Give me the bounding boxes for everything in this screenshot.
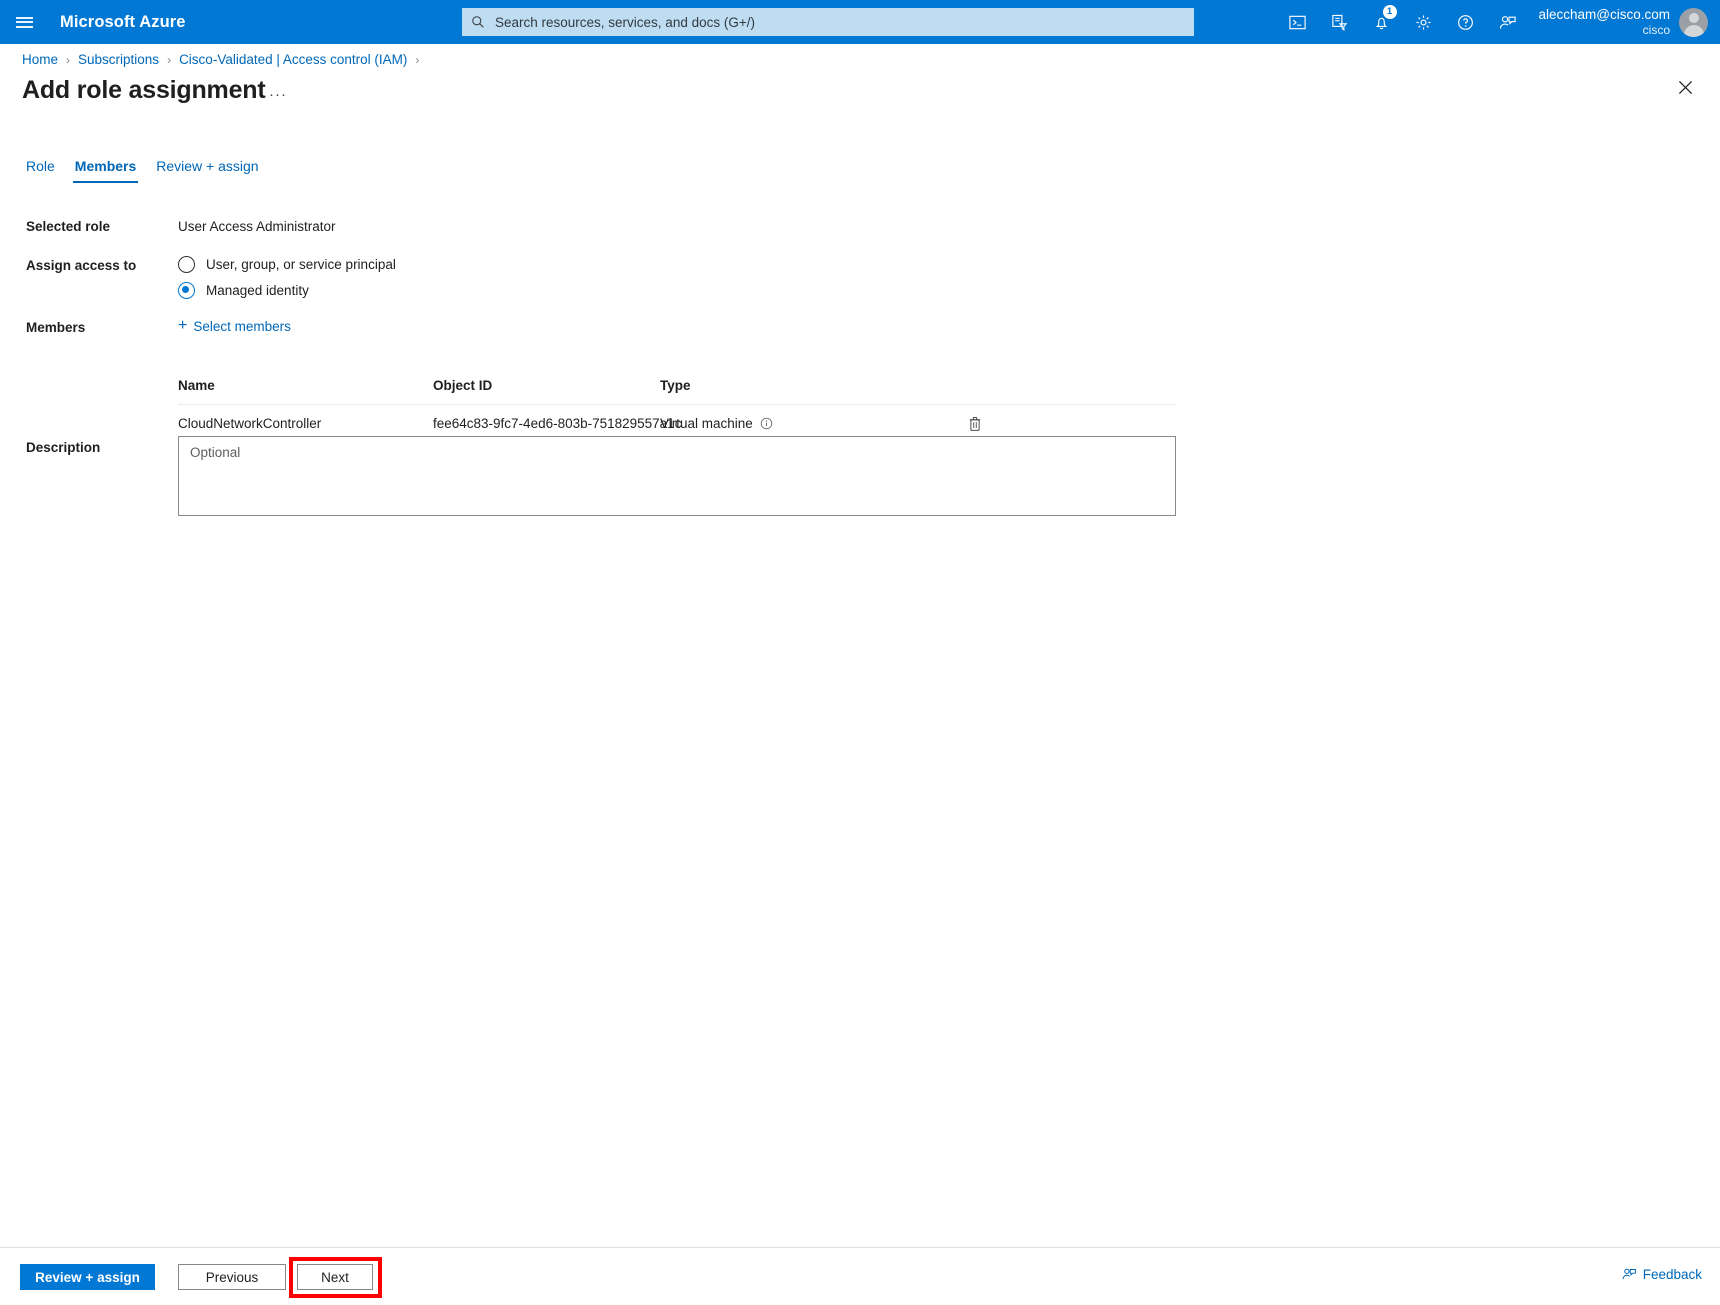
cell-member-object-id: fee64c83-9fc7-4ed6-803b-751829557a1c	[433, 415, 682, 431]
more-options-ellipsis[interactable]: ···	[269, 86, 287, 103]
radio-circle-icon	[178, 256, 195, 273]
column-header-name: Name	[178, 378, 215, 393]
next-button[interactable]: Next	[297, 1264, 373, 1290]
breadcrumb: Home › Subscriptions › Cisco-Validated |…	[22, 52, 427, 67]
breadcrumb-separator: ›	[66, 52, 71, 67]
radio-circle-selected-icon	[178, 282, 195, 299]
tab-members[interactable]: Members	[65, 158, 146, 183]
search-input[interactable]	[493, 13, 1185, 31]
previous-button[interactable]: Previous	[178, 1264, 286, 1290]
account-email: aleccham@cisco.com	[1538, 6, 1671, 22]
cloud-shell-icon[interactable]	[1277, 0, 1319, 44]
radio-label: Managed identity	[206, 283, 309, 298]
breadcrumb-item-subscriptions[interactable]: Subscriptions	[78, 52, 159, 67]
tab-role[interactable]: Role	[22, 158, 65, 183]
wizard-tabs: Role Members Review + assign	[22, 158, 269, 183]
notification-badge-count: 1	[1382, 5, 1397, 19]
tab-review-assign[interactable]: Review + assign	[146, 158, 268, 183]
directories-subscriptions-icon[interactable]	[1319, 0, 1361, 44]
radio-managed-identity[interactable]: Managed identity	[178, 282, 309, 299]
cell-member-name: CloudNetworkController	[178, 415, 322, 431]
table-header-row: Name Object ID Type	[178, 378, 1176, 405]
cell-actions	[910, 416, 1010, 431]
description-label: Description	[26, 440, 101, 455]
hamburger-bar	[15, 25, 33, 28]
breadcrumb-separator-trailing: ›	[415, 52, 420, 67]
column-header-actions	[910, 378, 1010, 393]
feedback-person-icon[interactable]	[1487, 0, 1529, 44]
breadcrumb-separator: ›	[167, 52, 172, 67]
search-icon	[471, 15, 485, 29]
hamburger-menu-icon[interactable]	[0, 0, 48, 44]
footer-bar: Review + assign Previous Next Feedback	[0, 1247, 1720, 1305]
description-textarea[interactable]	[178, 436, 1176, 516]
feedback-link[interactable]: Feedback	[1621, 1266, 1702, 1282]
select-members-button[interactable]: + Select members	[178, 318, 291, 334]
assign-access-to-label: Assign access to	[26, 258, 137, 273]
help-question-icon[interactable]	[1445, 0, 1487, 44]
plus-icon: +	[178, 317, 188, 334]
cell-member-type: Virtual machine	[660, 416, 910, 431]
hamburger-bar	[15, 21, 33, 23]
info-icon[interactable]	[760, 417, 773, 430]
selected-role-value: User Access Administrator	[178, 219, 336, 234]
radio-user-group-service-principal[interactable]: User, group, or service principal	[178, 256, 396, 273]
members-label: Members	[26, 320, 86, 335]
page-title: Add role assignment	[22, 76, 266, 104]
radio-label: User, group, or service principal	[206, 257, 396, 272]
azure-brand-title[interactable]: Microsoft Azure	[60, 13, 186, 32]
settings-gear-icon[interactable]	[1403, 0, 1445, 44]
breadcrumb-item-access-control[interactable]: Cisco-Validated | Access control (IAM)	[179, 52, 407, 67]
account-org: cisco	[1642, 22, 1670, 37]
feedback-label: Feedback	[1642, 1266, 1702, 1282]
select-members-label: Select members	[193, 318, 291, 334]
account-menu[interactable]: aleccham@cisco.com cisco	[1529, 0, 1720, 44]
hamburger-bar	[15, 16, 33, 19]
trash-icon[interactable]	[968, 416, 982, 431]
close-icon[interactable]	[1668, 72, 1702, 102]
notifications-bell-icon[interactable]: 1	[1361, 0, 1403, 44]
member-type-text: Virtual machine	[660, 415, 753, 431]
breadcrumb-item-home[interactable]: Home	[22, 52, 58, 67]
column-header-type: Type	[660, 378, 691, 393]
avatar[interactable]	[1679, 7, 1708, 37]
global-search-box[interactable]	[462, 8, 1194, 36]
azure-top-bar: Microsoft Azure Search resources, servic…	[0, 0, 1720, 44]
review-and-assign-button[interactable]: Review + assign	[20, 1264, 155, 1290]
column-header-object-id: Object ID	[433, 378, 493, 393]
selected-role-label: Selected role	[26, 219, 111, 234]
top-bar-actions: 1 aleccham@cisco.com cisco	[1277, 0, 1720, 44]
members-table: Name Object ID Type CloudNetworkControll…	[178, 378, 1176, 442]
feedback-person-icon	[1621, 1266, 1637, 1282]
